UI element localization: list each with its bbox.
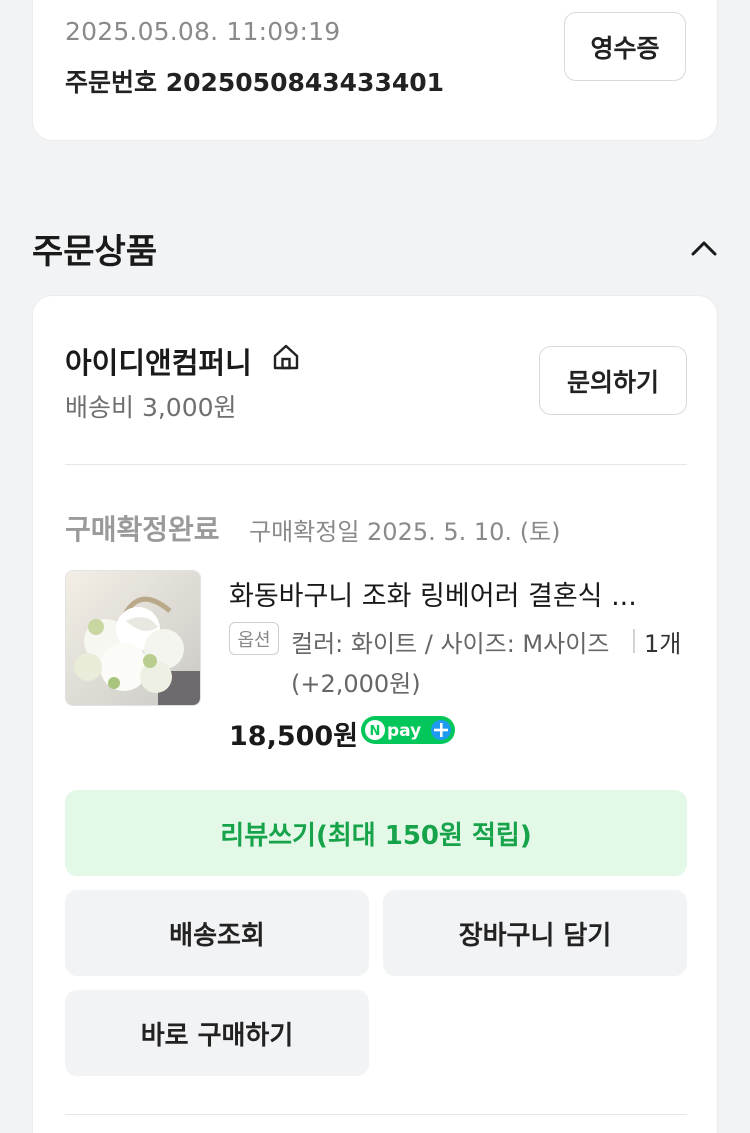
store-name[interactable]: 아이디앤컴퍼니 (65, 340, 252, 382)
npay-plus-icon: N pay (361, 716, 455, 744)
svg-text:N: N (370, 724, 381, 739)
receipt-button[interactable]: 영수증 (564, 12, 686, 81)
shipping-fee: 배송비 3,000원 (65, 393, 237, 422)
write-review-button[interactable]: 리뷰쓰기(최대 150원 적립) (65, 790, 687, 876)
product-price: 18,500원 (229, 721, 359, 752)
status-label: 구매확정완료 (65, 513, 220, 546)
flower-basket-image (66, 571, 200, 705)
order-product-card: 아이디앤컴퍼니 배송비 3,000원 문의하기 구매확정완료 구매확정일 202… (32, 295, 718, 1133)
quantity: 1개 (644, 630, 682, 658)
order-number: 주문번호 2025050843433401 (65, 68, 445, 97)
buy-now-button[interactable]: 바로 구매하기 (65, 990, 369, 1076)
option-separator (633, 629, 635, 653)
section-title: 주문상품 (32, 232, 158, 272)
inquiry-button[interactable]: 문의하기 (539, 346, 687, 415)
track-delivery-button[interactable]: 배송조회 (65, 890, 369, 976)
npay-label: pay (387, 721, 421, 741)
product-name[interactable]: 화동바구니 조화 링베어러 결혼식 ... (229, 574, 637, 613)
product-thumbnail[interactable] (65, 570, 201, 706)
add-to-cart-button[interactable]: 장바구니 담기 (383, 890, 687, 976)
home-icon[interactable] (271, 342, 301, 372)
chevron-up-icon[interactable] (686, 230, 722, 266)
option-price: (+2,000원) (291, 670, 421, 698)
order-info-card: 2025.05.08. 11:09:19 주문번호 20250508434334… (32, 0, 718, 141)
divider (65, 1114, 687, 1115)
option-badge: 옵션 (229, 622, 279, 655)
confirm-date: 구매확정일 2025. 5. 10. (토) (249, 518, 561, 546)
order-datetime: 2025.05.08. 11:09:19 (65, 17, 341, 46)
option-text: 컬러: 화이트 / 사이즈: M사이즈 (291, 630, 610, 658)
divider (65, 464, 687, 465)
